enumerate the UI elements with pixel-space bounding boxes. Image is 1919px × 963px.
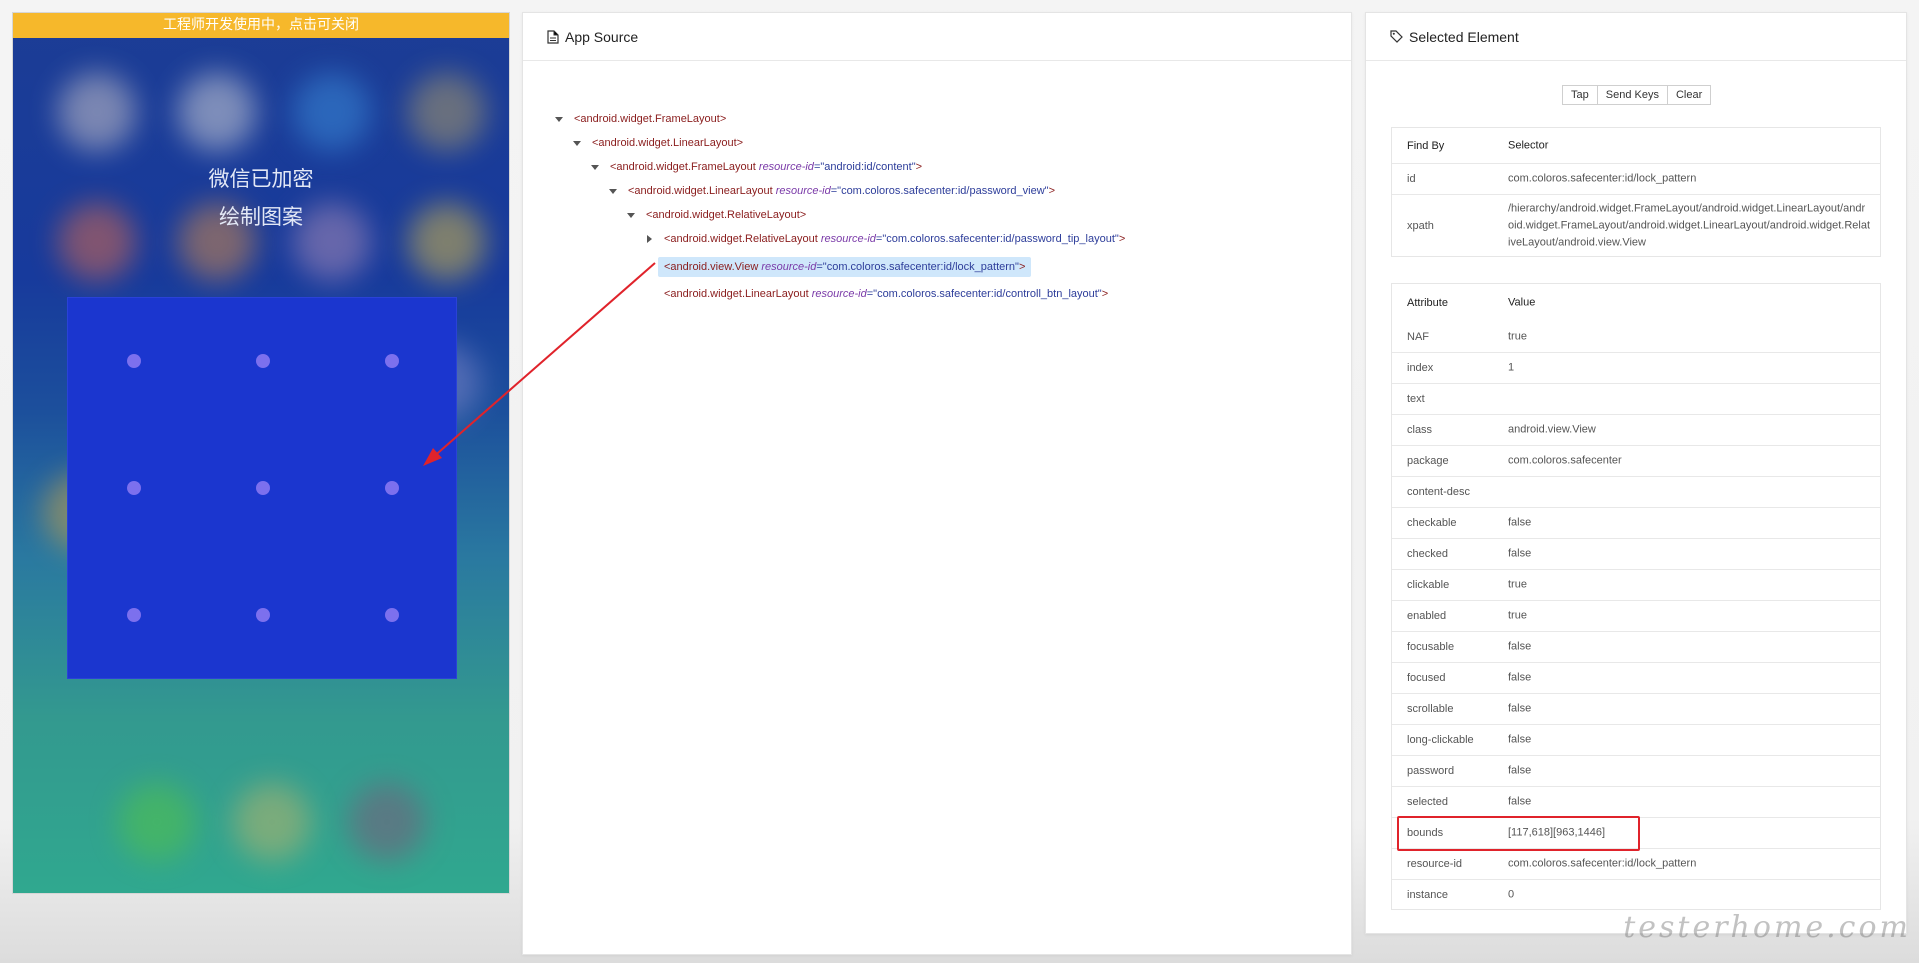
watermark: testerhome.com bbox=[1623, 910, 1911, 945]
annotation-arrow-icon bbox=[423, 262, 656, 466]
